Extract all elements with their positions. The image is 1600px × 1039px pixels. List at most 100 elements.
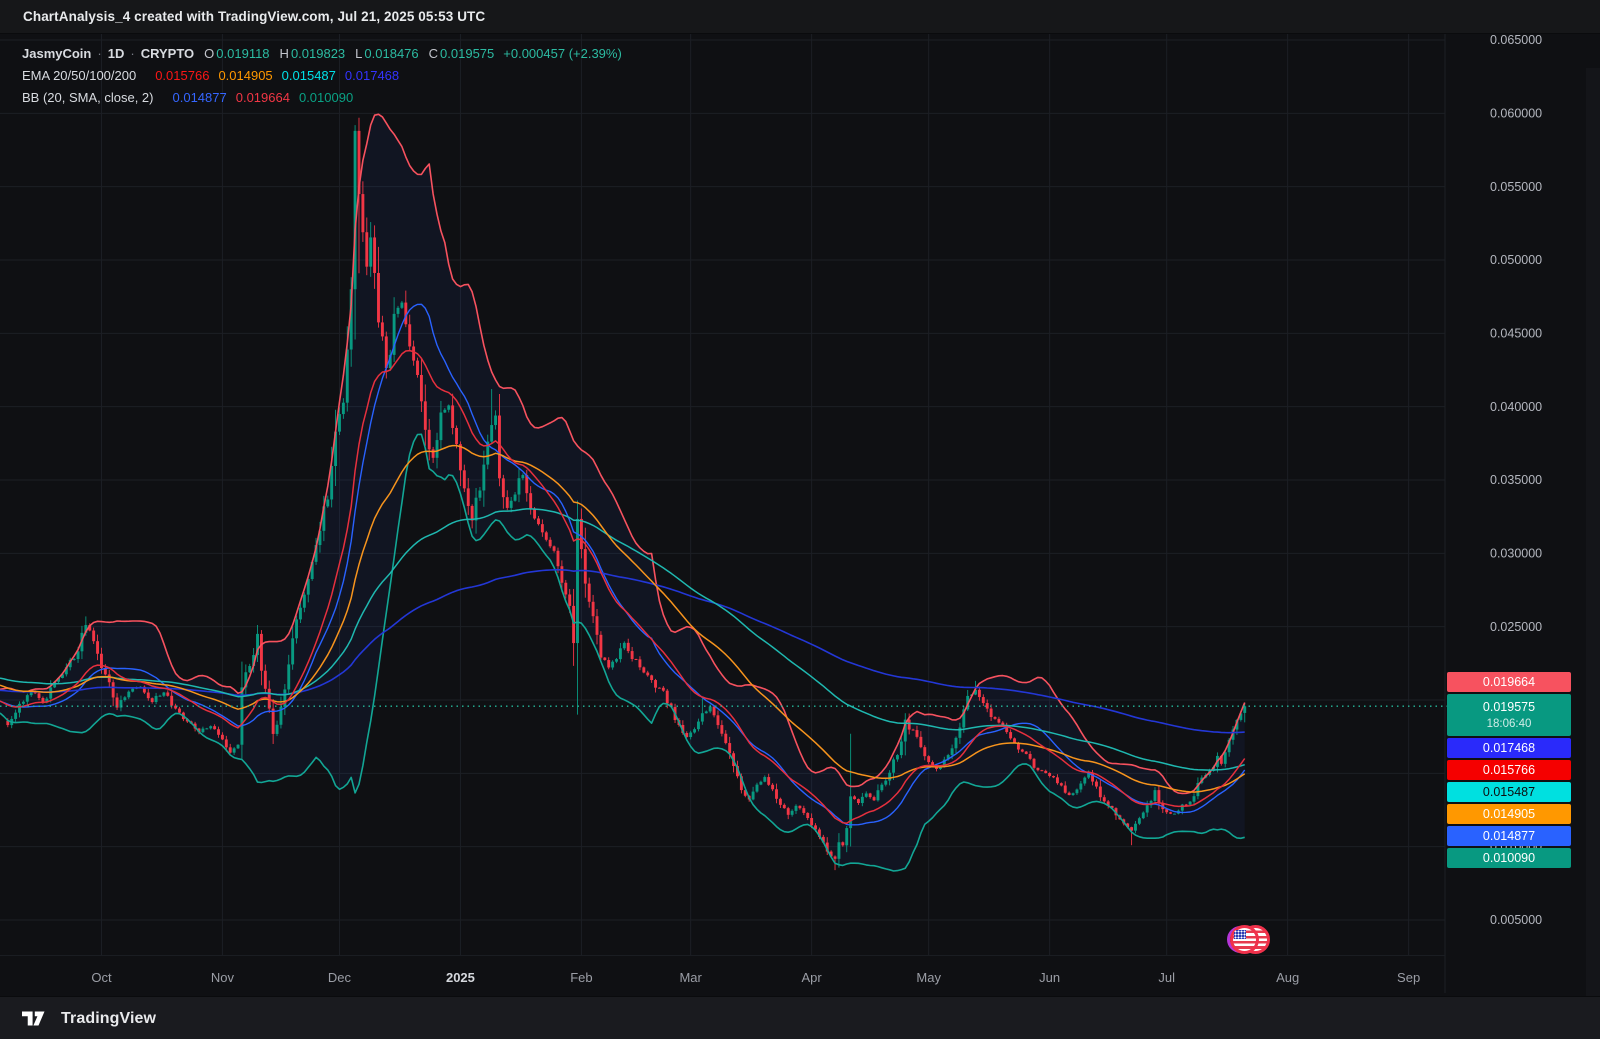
candle-body xyxy=(18,704,21,713)
candle-body xyxy=(810,818,813,825)
candle-body xyxy=(377,273,380,322)
candle-body xyxy=(880,785,883,791)
time-axis-label: Apr xyxy=(801,970,822,985)
legend-value: 0.014905 xyxy=(218,68,272,83)
time-axis-label: Jul xyxy=(1158,970,1175,985)
price-axis-label: 0.055000 xyxy=(1490,180,1542,194)
candle-body xyxy=(834,856,837,858)
candle-body xyxy=(728,743,731,753)
candle-body xyxy=(73,659,76,660)
candle-body xyxy=(1083,778,1086,784)
candle-body xyxy=(178,709,181,713)
legend-bb-row[interactable]: BB (20, SMA, close, 2) 0.0148770.0196640… xyxy=(22,86,622,108)
candle-body xyxy=(607,660,610,667)
candle-body xyxy=(416,361,419,375)
candle-body xyxy=(287,664,290,689)
ohlc-letter: O xyxy=(204,46,214,61)
candle-body xyxy=(201,729,204,733)
candle-body xyxy=(549,540,552,547)
us-flag-icon xyxy=(1230,925,1259,954)
candle-body xyxy=(155,696,158,702)
candle-body xyxy=(666,691,669,704)
time-axis-label: May xyxy=(916,970,941,985)
candle-body xyxy=(361,194,364,232)
candle-body xyxy=(1243,706,1246,713)
candle-body xyxy=(1068,793,1071,795)
candle-body xyxy=(1103,797,1106,801)
candle-body xyxy=(1040,770,1043,771)
legend-value: 0.015766 xyxy=(155,68,209,83)
ohlc-letter: L xyxy=(355,46,362,61)
candle-body xyxy=(166,692,169,695)
candle-body xyxy=(1189,802,1192,805)
candle-body xyxy=(557,551,560,566)
candle-body xyxy=(802,808,805,813)
candle-body xyxy=(225,739,228,747)
interval-label: 1D xyxy=(108,46,125,61)
candle-body xyxy=(619,648,622,659)
page-title: ChartAnalysis_4 created with TradingView… xyxy=(0,9,485,24)
legend-value: 0.019664 xyxy=(236,90,290,105)
chart-background xyxy=(0,0,1600,1039)
candle-body xyxy=(303,595,306,608)
chart-stage[interactable]: 0.0050000.0100000.0150000.0200000.025000… xyxy=(0,34,1600,996)
candle-body xyxy=(884,781,887,785)
candle-body xyxy=(568,594,571,605)
ohlc-letter: H xyxy=(280,46,289,61)
candle-body xyxy=(869,793,872,797)
candle-body xyxy=(127,692,130,698)
candle-body xyxy=(463,470,466,488)
bb-indicator-label: BB (20, SMA, close, 2) xyxy=(22,90,154,105)
candle-body xyxy=(763,777,766,782)
tradingview-chart-page: ChartAnalysis_4 created with TradingView… xyxy=(0,0,1600,1039)
candlestick-chart[interactable]: 0.0050000.0100000.0150000.0200000.025000… xyxy=(0,0,1600,1039)
time-axis-label: Feb xyxy=(570,970,592,985)
candle-body xyxy=(978,690,981,697)
time-axis-label: 2025 xyxy=(446,970,475,985)
candle-body xyxy=(806,813,809,818)
candle-body xyxy=(471,506,474,521)
candle-body xyxy=(791,811,794,815)
candle-body xyxy=(478,490,481,497)
economic-event-flag-icon[interactable] xyxy=(1227,924,1273,956)
bb-values: 0.0148770.0196640.010090 xyxy=(164,90,354,105)
candle-body xyxy=(545,532,548,539)
candle-body xyxy=(697,722,700,730)
price-change: +0.000457 (+2.39%) xyxy=(503,46,622,61)
time-axis-label: Sep xyxy=(1397,970,1420,985)
candle-body xyxy=(299,608,302,620)
badge-value: 0.014877 xyxy=(1483,827,1535,845)
candle-body xyxy=(912,730,915,731)
candle-body xyxy=(927,756,930,762)
candle-body xyxy=(283,689,286,707)
candle-body xyxy=(717,715,720,725)
candle-body xyxy=(400,303,403,308)
candle-body xyxy=(221,735,224,740)
symbol-name: JasmyCoin xyxy=(22,46,91,61)
legend-symbol-row[interactable]: JasmyCoin · 1D · CRYPTO O0.019118H0.0198… xyxy=(22,42,622,64)
ohlc-value: 0.019575 xyxy=(440,46,494,61)
tradingview-brand-text[interactable]: TradingView xyxy=(61,1010,156,1028)
candle-body xyxy=(518,478,521,494)
candle-body xyxy=(1146,805,1149,812)
candle-body xyxy=(1157,790,1160,803)
candle-body xyxy=(233,748,236,752)
legend-ema-row[interactable]: EMA 20/50/100/200 0.0157660.0149050.0154… xyxy=(22,64,622,86)
candle-body xyxy=(564,583,567,595)
candle-body xyxy=(861,797,864,803)
candle-body xyxy=(131,689,134,692)
candle-body xyxy=(798,806,801,808)
candle-body xyxy=(432,449,435,457)
tradingview-logo-icon[interactable] xyxy=(22,1009,52,1028)
candle-body xyxy=(919,737,922,747)
candle-body xyxy=(1099,787,1102,798)
candle-body xyxy=(537,518,540,524)
candle-body xyxy=(994,717,997,719)
candle-body xyxy=(1076,789,1079,793)
price-axis-label: 0.050000 xyxy=(1490,253,1542,267)
candle-body xyxy=(986,703,989,709)
price-axis-label: 0.060000 xyxy=(1490,107,1542,121)
candle-body xyxy=(779,799,782,805)
candle-body xyxy=(38,693,41,698)
candle-body xyxy=(342,403,345,414)
